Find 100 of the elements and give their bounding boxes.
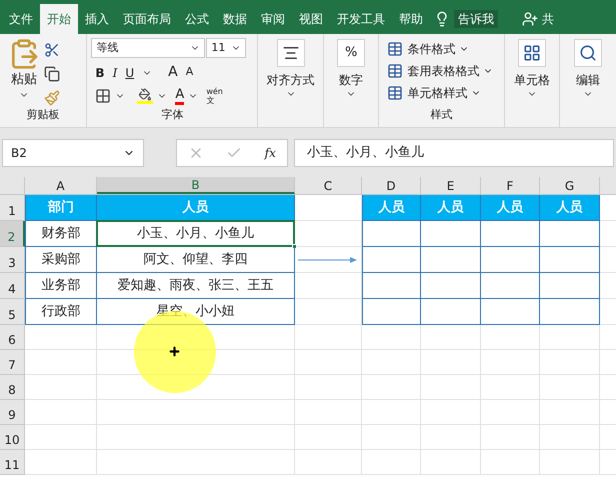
grid-cell[interactable] bbox=[540, 400, 600, 425]
grid-cell[interactable] bbox=[362, 425, 421, 450]
grid-cell[interactable] bbox=[540, 425, 600, 450]
cells-button[interactable]: 单元格 bbox=[514, 39, 550, 89]
shrink-font-button[interactable]: A bbox=[186, 64, 194, 81]
row-header[interactable]: 8 bbox=[0, 375, 25, 400]
grid-cell[interactable] bbox=[421, 400, 481, 425]
ribbon-tab[interactable]: 帮助 bbox=[392, 4, 430, 34]
grid-cell[interactable] bbox=[97, 450, 295, 475]
grid-cell[interactable] bbox=[421, 425, 481, 450]
grid-cell[interactable] bbox=[540, 375, 600, 400]
tell-me-field[interactable]: 告诉我 bbox=[454, 10, 498, 28]
row-header[interactable]: 1 bbox=[0, 195, 25, 221]
copy-icon[interactable] bbox=[44, 66, 60, 82]
table-cell[interactable] bbox=[421, 273, 481, 299]
ribbon-tab[interactable]: 审阅 bbox=[254, 4, 292, 34]
share-button[interactable]: 共 bbox=[542, 10, 554, 28]
column-header[interactable]: G bbox=[540, 177, 600, 194]
format-painter-icon[interactable] bbox=[44, 90, 60, 106]
table-cell[interactable]: 行政部 bbox=[25, 299, 97, 325]
row-header[interactable]: 7 bbox=[0, 350, 25, 375]
grid-cell[interactable] bbox=[97, 400, 295, 425]
table-cell[interactable] bbox=[421, 221, 481, 247]
row-header[interactable]: 2 bbox=[0, 221, 25, 247]
column-header[interactable]: C bbox=[295, 177, 362, 194]
column-header[interactable]: F bbox=[481, 177, 540, 194]
grid-cell[interactable] bbox=[295, 221, 362, 247]
grid-cell[interactable] bbox=[295, 400, 362, 425]
ribbon-tab[interactable]: 文件 bbox=[2, 4, 40, 34]
ribbon-tab[interactable]: 插入 bbox=[78, 4, 116, 34]
grid-cell[interactable] bbox=[25, 325, 97, 350]
ribbon-tab[interactable]: 数据 bbox=[216, 4, 254, 34]
font-size-field[interactable]: 11 bbox=[206, 38, 246, 58]
grid-cell[interactable] bbox=[481, 325, 540, 350]
grid-cell[interactable] bbox=[362, 375, 421, 400]
grid-cell[interactable] bbox=[362, 450, 421, 475]
font-name-field[interactable]: 等线 bbox=[91, 38, 206, 58]
table-cell[interactable] bbox=[540, 299, 600, 325]
table-cell[interactable]: 阿文、仰望、李四 bbox=[97, 247, 295, 273]
grid-cell[interactable] bbox=[540, 450, 600, 475]
grid-cell[interactable] bbox=[295, 273, 362, 299]
grid-cell[interactable] bbox=[25, 400, 97, 425]
table-cell[interactable] bbox=[362, 247, 421, 273]
formula-field[interactable]: 小玉、小月、小鱼儿 bbox=[294, 138, 614, 166]
grid-cell[interactable] bbox=[362, 325, 421, 350]
grid-cell[interactable] bbox=[295, 375, 362, 400]
grid-cell[interactable] bbox=[25, 425, 97, 450]
table-cell[interactable] bbox=[362, 221, 421, 247]
insert-function-button[interactable]: fx bbox=[264, 144, 276, 162]
grid-cell[interactable] bbox=[362, 350, 421, 375]
table-cell[interactable] bbox=[481, 299, 540, 325]
ribbon-tab[interactable]: 公式 bbox=[178, 4, 216, 34]
table-cell[interactable]: 财务部 bbox=[25, 221, 97, 247]
grid-cell[interactable] bbox=[295, 325, 362, 350]
paste-button[interactable]: 粘贴 bbox=[11, 70, 37, 90]
row-header[interactable]: 4 bbox=[0, 273, 25, 299]
column-header[interactable]: B bbox=[97, 177, 295, 194]
ribbon-tab[interactable]: 视图 bbox=[292, 4, 330, 34]
grid-cell[interactable] bbox=[25, 450, 97, 475]
grid-cell[interactable] bbox=[97, 425, 295, 450]
grid-cell[interactable] bbox=[421, 450, 481, 475]
ribbon-tab[interactable]: 开始 bbox=[40, 4, 78, 34]
ribbon-tab[interactable]: 开发工具 bbox=[330, 4, 392, 34]
table-cell[interactable] bbox=[362, 299, 421, 325]
grid-cell[interactable] bbox=[481, 375, 540, 400]
fill-color-icon[interactable] bbox=[137, 88, 154, 104]
grow-font-button[interactable]: A bbox=[168, 62, 178, 83]
table-cell[interactable]: 爱知趣、雨夜、张三、王五 bbox=[97, 273, 295, 299]
ribbon-tab[interactable]: 页面布局 bbox=[116, 4, 178, 34]
grid-cell[interactable] bbox=[421, 375, 481, 400]
share-icon[interactable] bbox=[522, 11, 538, 27]
styles-menu-button[interactable]: 条件格式 bbox=[387, 38, 496, 60]
table-cell[interactable] bbox=[421, 247, 481, 273]
editing-button[interactable]: 编辑 bbox=[574, 39, 602, 89]
alignment-button[interactable]: 对齐方式 bbox=[266, 39, 315, 89]
cut-icon[interactable] bbox=[44, 42, 60, 58]
grid-cell[interactable] bbox=[481, 425, 540, 450]
phonetic-button[interactable]: wén 文 bbox=[206, 87, 223, 105]
grid-cell[interactable] bbox=[295, 247, 362, 273]
table-cell[interactable] bbox=[481, 221, 540, 247]
row-header[interactable]: 10 bbox=[0, 425, 25, 450]
table-cell[interactable] bbox=[481, 247, 540, 273]
grid-cell[interactable] bbox=[540, 350, 600, 375]
table-cell[interactable] bbox=[421, 299, 481, 325]
row-header[interactable]: 6 bbox=[0, 325, 25, 350]
table-cell[interactable] bbox=[481, 273, 540, 299]
fill-handle[interactable] bbox=[292, 244, 297, 249]
grid-cell[interactable] bbox=[295, 425, 362, 450]
grid-cell[interactable] bbox=[295, 350, 362, 375]
table-cell[interactable] bbox=[540, 247, 600, 273]
column-header[interactable]: D bbox=[362, 177, 421, 194]
grid-cell[interactable] bbox=[25, 350, 97, 375]
grid-cell[interactable] bbox=[481, 350, 540, 375]
row-header[interactable]: 5 bbox=[0, 299, 25, 325]
table-cell[interactable] bbox=[362, 273, 421, 299]
grid-cell[interactable] bbox=[481, 400, 540, 425]
borders-icon[interactable] bbox=[95, 88, 112, 104]
table-cell[interactable]: 小玉、小月、小鱼儿 bbox=[97, 221, 295, 247]
table-cell[interactable] bbox=[540, 221, 600, 247]
grid-cell[interactable] bbox=[421, 325, 481, 350]
